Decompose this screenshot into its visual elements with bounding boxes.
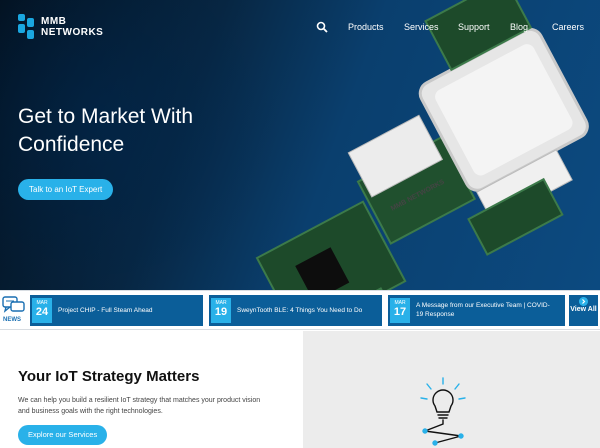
usb-dongle — [476, 149, 573, 223]
white-module — [347, 114, 444, 198]
logo-icon — [18, 14, 36, 40]
hero-title: Get to Market With Confidence — [18, 105, 194, 156]
circuit-board — [425, 35, 573, 178]
news-item[interactable]: MAR 24 Project CHIP - Full Steam Ahead — [30, 295, 203, 326]
news-item[interactable]: MAR 19 SweynTooth BLE: 4 Things You Need… — [209, 295, 382, 326]
news-headline: Project CHIP - Full Steam Ahead — [58, 307, 153, 314]
brand-logo[interactable]: MMB NETWORKS — [18, 14, 103, 40]
news-item[interactable]: MAR 17 A Message from our Executive Team… — [388, 295, 565, 326]
news-label: NEWS — [2, 295, 26, 325]
section-title: Your IoT Strategy Matters — [18, 368, 200, 385]
news-label-text: NEWS — [3, 317, 21, 323]
view-all-news-button[interactable]: View All — [569, 295, 598, 326]
view-all-label: View All — [570, 306, 597, 313]
news-headline: SweynTooth BLE: 4 Things You Need to Do — [237, 307, 363, 314]
date-badge: MAR 24 — [32, 298, 52, 323]
explore-services-button[interactable]: Explore our Services — [18, 425, 108, 445]
nav-item-careers[interactable]: Careers — [552, 22, 584, 32]
logo-line-1: MMB — [41, 16, 67, 27]
search-icon[interactable] — [316, 21, 328, 33]
news-ticker: NEWS MAR 24 Project CHIP - Full Steam Ah… — [0, 290, 600, 330]
date-badge: MAR 17 — [390, 298, 410, 323]
logo-text: MMB NETWORKS — [41, 16, 103, 38]
strategy-section: Your IoT Strategy Matters We can help yo… — [0, 331, 303, 448]
lightbulb-idea-icon — [420, 377, 466, 446]
chip — [295, 247, 350, 290]
nav-item-products[interactable]: Products — [348, 22, 384, 32]
gateway-top — [435, 44, 573, 176]
circuit-board — [356, 135, 477, 245]
nav-item-services[interactable]: Services — [404, 22, 439, 32]
date-badge: MAR 19 — [211, 298, 231, 323]
strategy-illustration-panel — [303, 331, 600, 448]
device-label: MMB NETWORKS — [390, 178, 446, 212]
date-day: 19 — [214, 306, 228, 318]
top-navigation: MMB NETWORKS Products Services Support B… — [0, 0, 600, 56]
date-day: 24 — [35, 306, 49, 318]
talk-to-expert-button[interactable]: Talk to an IoT Expert — [18, 179, 114, 200]
date-day: 17 — [393, 306, 407, 318]
circuit-board — [467, 177, 564, 256]
nav-item-support[interactable]: Support — [458, 22, 490, 32]
chat-bubbles-icon — [2, 296, 25, 313]
circuit-board — [255, 200, 407, 290]
nav-item-blog[interactable]: Blog — [510, 22, 528, 32]
news-headline: A Message from our Executive Team | COVI… — [416, 302, 550, 318]
hero-banner: MMB NETWORKS MMB NETWORKS Products Servi… — [0, 0, 600, 290]
logo-line-2: NETWORKS — [41, 27, 104, 38]
section-description: We can help you build a resilient IoT st… — [18, 397, 261, 415]
arrow-right-icon — [579, 297, 588, 306]
